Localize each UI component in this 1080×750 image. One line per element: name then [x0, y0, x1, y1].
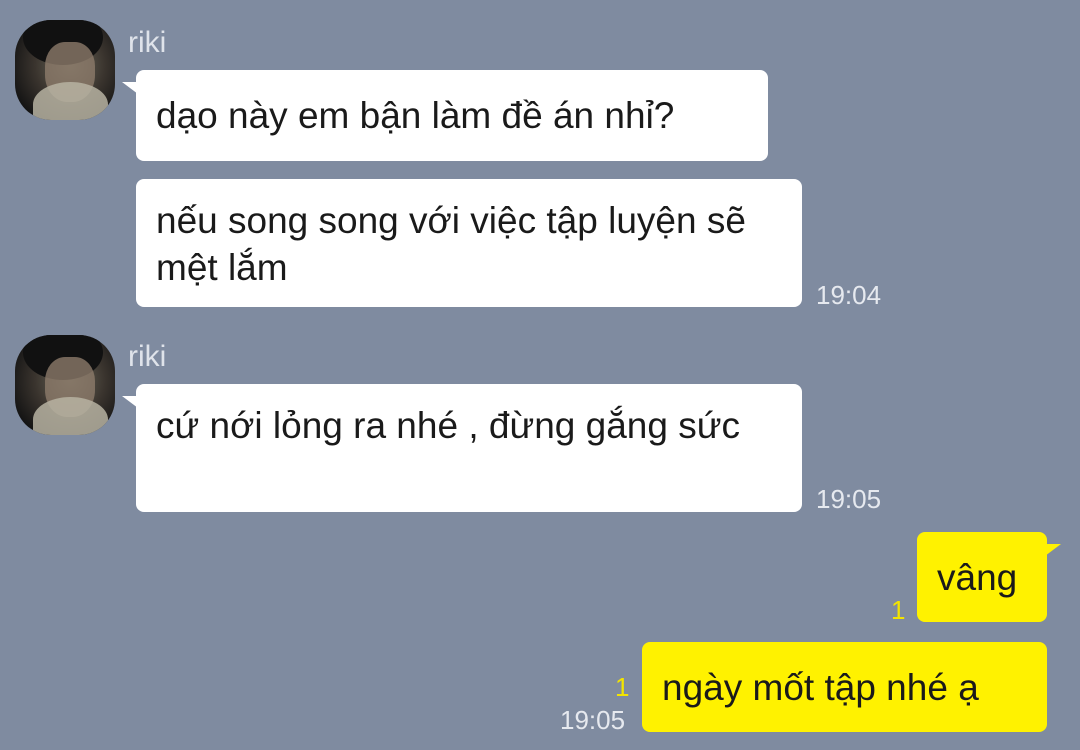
message-time: 19:05 [816, 484, 882, 514]
message-text: vâng [937, 557, 1018, 598]
message-bubble[interactable]: dạo này em bận làm đề án nhỉ? [122, 70, 768, 161]
message-bubble-outgoing[interactable]: vâng [917, 532, 1061, 622]
message-bubble[interactable]: nếu song song với việc tập luyện sẽ mệt … [136, 179, 802, 307]
message-bubble-outgoing[interactable]: ngày mốt tập nhé ạ [642, 642, 1047, 732]
sender-avatar[interactable] [15, 20, 115, 120]
unread-count: 1 [891, 595, 906, 625]
message-text: cứ nới lỏng ra nhé , đừng gắng sức [156, 405, 741, 446]
message-time: 19:05 [560, 705, 626, 735]
message-bubble[interactable]: cứ nới lỏng ra nhé , đừng gắng sức [122, 384, 802, 512]
sender-name: riki [128, 340, 167, 373]
avatar-scarf [33, 397, 108, 435]
message-text: nếu song song với việc tập luyện sẽ mệt … [156, 200, 746, 288]
avatar-scarf [33, 82, 108, 120]
sender-avatar[interactable] [15, 335, 115, 435]
message-time: 19:04 [816, 280, 882, 310]
sender-name: riki [128, 26, 167, 59]
unread-count: 1 [615, 672, 630, 702]
message-text: ngày mốt tập nhé ạ [662, 667, 979, 708]
message-text: dạo này em bận làm đề án nhỉ? [156, 95, 675, 136]
